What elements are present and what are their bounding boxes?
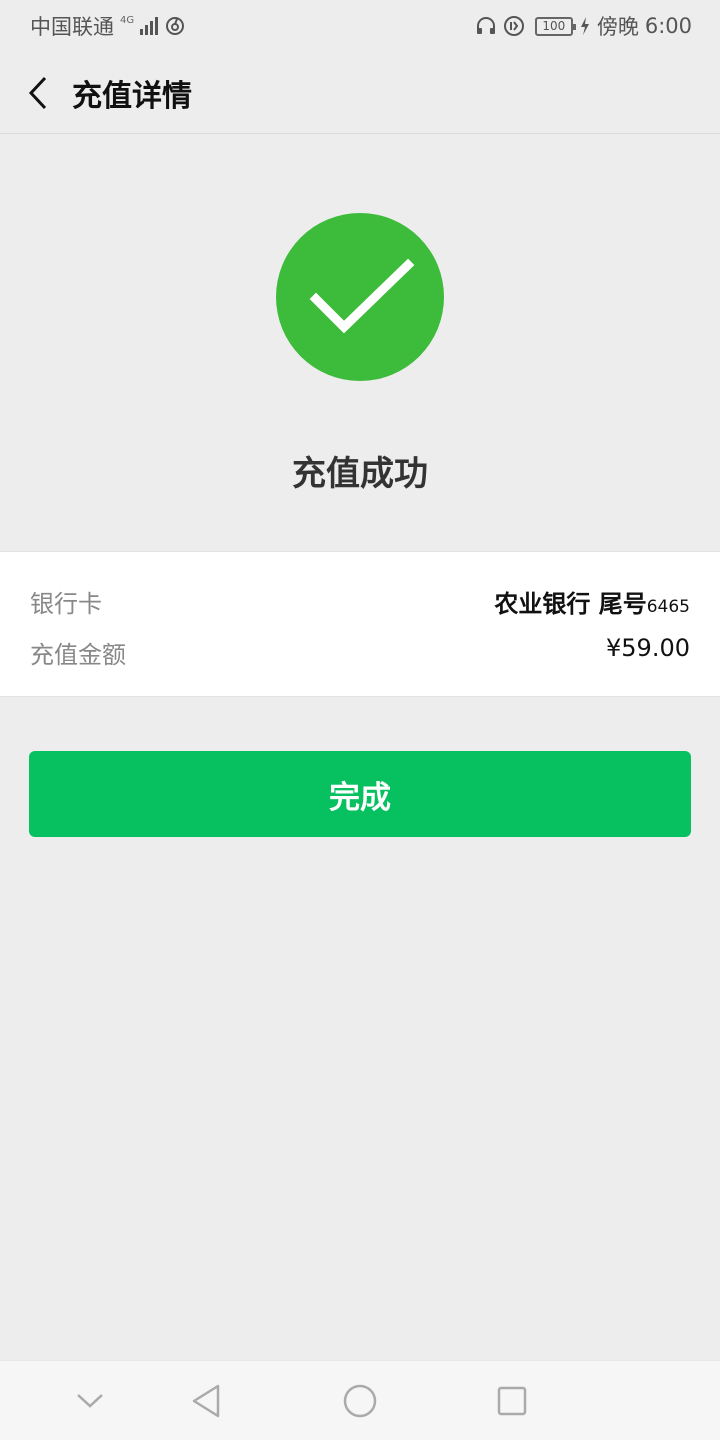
music-app-icon xyxy=(164,15,186,37)
headphones-icon xyxy=(475,15,497,37)
status-right: 100 傍晚 6:00 xyxy=(475,11,692,41)
signal-icon xyxy=(140,17,159,35)
result-title: 充值成功 xyxy=(292,454,428,494)
network-type: 4G xyxy=(120,15,135,26)
card-tail-number: 6465 xyxy=(646,596,690,617)
bank-card-value: 农业银行 尾号6465 xyxy=(494,584,690,619)
amount-value: ¥59.00 xyxy=(606,634,690,662)
battery-icon: 100 xyxy=(534,16,576,36)
chevron-left-icon xyxy=(28,76,47,109)
status-left: 中国联通 4G xyxy=(30,11,186,41)
charging-icon xyxy=(579,15,591,37)
nav-bar: 充值详情 xyxy=(0,52,720,134)
bank-name: 农业银行 尾号 xyxy=(494,589,647,618)
home-circle-icon[interactable] xyxy=(340,1381,380,1421)
checkmark-circle-icon xyxy=(276,213,444,381)
data-saver-icon xyxy=(503,15,525,37)
screen: 中国联通 4G 100 傍晚 6:00 充值详情 充值成功 银行卡 农业银行 尾… xyxy=(0,0,720,1440)
bank-card-label: 银行卡 xyxy=(30,589,102,618)
amount-row: 充值金额 ¥59.00 xyxy=(30,632,690,672)
time-period: 傍晚 xyxy=(596,15,639,39)
status-bar: 中国联通 4G 100 傍晚 6:00 xyxy=(0,0,720,52)
clock: 6:00 xyxy=(644,14,692,38)
detail-card: 银行卡 农业银行 尾号6465 充值金额 ¥59.00 xyxy=(0,551,720,697)
carrier-name: 中国联通 xyxy=(30,15,114,39)
back-button[interactable] xyxy=(0,52,70,134)
bank-card-row: 银行卡 农业银行 尾号6465 xyxy=(30,581,690,621)
back-triangle-icon[interactable] xyxy=(186,1381,226,1421)
amount-label: 充值金额 xyxy=(30,640,126,669)
recents-square-icon[interactable] xyxy=(492,1381,532,1421)
done-button[interactable]: 完成 xyxy=(29,751,691,837)
collapse-chevron-icon[interactable] xyxy=(70,1381,110,1421)
system-nav-bar xyxy=(0,1360,720,1440)
page-title: 充值详情 xyxy=(72,78,192,114)
